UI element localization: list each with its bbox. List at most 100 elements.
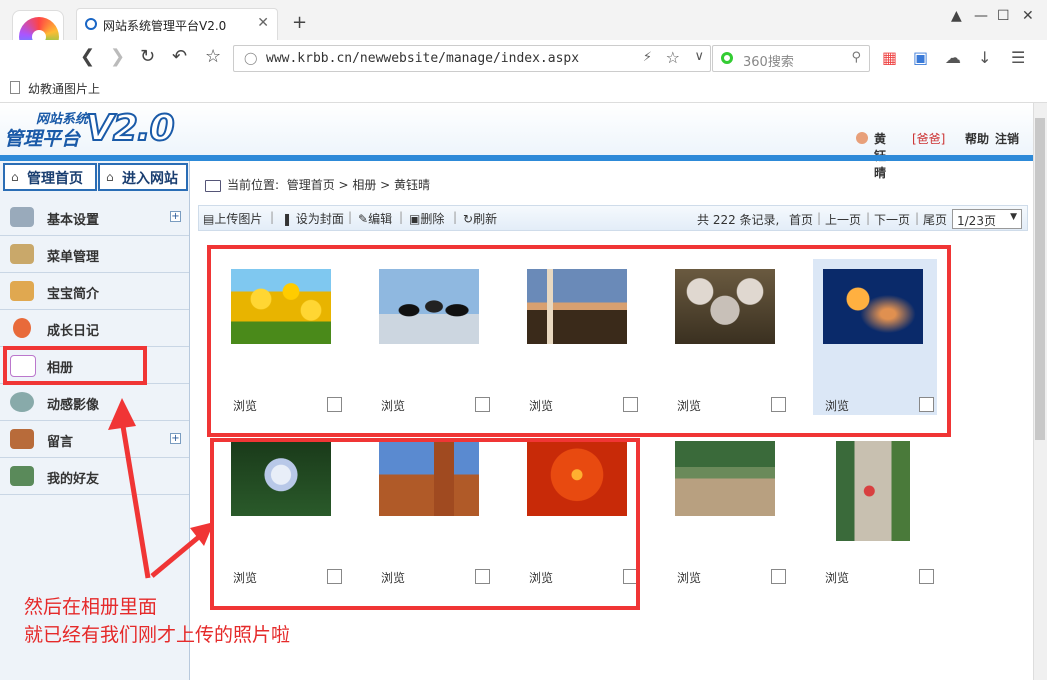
home-icon: ⌂ bbox=[11, 170, 19, 184]
annotation-text-line2: 就已经有我们刚才上传的照片啦 bbox=[24, 624, 291, 646]
photo-card[interactable]: 浏览 bbox=[813, 431, 937, 587]
expand-icon[interactable]: + bbox=[170, 211, 181, 222]
separator: | bbox=[348, 210, 353, 224]
breadcrumb: 当前位置: 管理首页 > 相册 > 黄钰晴 bbox=[205, 176, 430, 193]
enter-site-label: 进入网站 bbox=[122, 171, 178, 187]
pin-icon: ❚ bbox=[282, 212, 293, 226]
star-icon[interactable]: ☆ bbox=[205, 46, 221, 67]
shield-icon: ◯ bbox=[244, 51, 258, 65]
admin-home-button[interactable]: ⌂ 管理首页 bbox=[3, 163, 97, 191]
skin-icon[interactable]: ▲ bbox=[951, 8, 962, 24]
refresh-label: 刷新 bbox=[473, 212, 498, 226]
photo-card[interactable]: 浏览 bbox=[665, 431, 789, 587]
scrollbar-thumb[interactable] bbox=[1035, 118, 1045, 440]
enter-site-button[interactable]: ⌂ 进入网站 bbox=[98, 163, 188, 191]
chevron-down-icon[interactable]: ∨ bbox=[694, 49, 704, 64]
pencil-icon: ✎ bbox=[358, 212, 369, 226]
highlight-box-row2 bbox=[210, 438, 640, 610]
books-icon bbox=[10, 244, 34, 264]
set-cover-button[interactable]: ❚ 设为封面 bbox=[282, 210, 344, 227]
highlight-box-row1 bbox=[207, 245, 951, 437]
sidebar-item-label: 菜单管理 bbox=[47, 250, 100, 265]
annotation-text-line1: 然后在相册里面 bbox=[24, 596, 158, 618]
sidebar-item-label: 成长日记 bbox=[47, 324, 100, 339]
bookmark-star-icon[interactable]: ☆ bbox=[666, 48, 680, 67]
address-url[interactable]: www.krbb.cn/newwebsite/manage/index.aspx bbox=[266, 51, 579, 66]
menu-icon[interactable]: ☰ bbox=[1011, 48, 1025, 67]
undo-icon[interactable]: ↶ bbox=[172, 46, 187, 67]
search-box[interactable]: 360搜索 ⚲ bbox=[712, 45, 870, 72]
set-cover-label: 设为封面 bbox=[295, 212, 344, 226]
logout-link[interactable]: 注销 bbox=[995, 130, 1019, 147]
last-page-link[interactable]: 尾页 bbox=[923, 211, 947, 228]
page-select-value: 1/23页 bbox=[957, 214, 996, 228]
separator: | bbox=[270, 210, 275, 224]
page-select[interactable]: 1/23页 ▼ bbox=[952, 209, 1022, 229]
trash-icon: ▣ bbox=[409, 212, 421, 226]
site-favicon-icon bbox=[85, 18, 97, 30]
highlight-box-album bbox=[3, 346, 147, 385]
sidebar-item-label: 基本设置 bbox=[47, 213, 100, 228]
photo-checkbox[interactable] bbox=[771, 569, 786, 584]
house-icon bbox=[10, 281, 34, 301]
bookmark-bar: 幼教通图片上 bbox=[0, 76, 1047, 103]
download-icon[interactable]: ↓ bbox=[978, 48, 991, 67]
logo-version: V2.0 bbox=[85, 107, 176, 150]
tab-close-icon[interactable]: ✕ bbox=[257, 15, 269, 31]
address-bar[interactable]: ◯ www.krbb.cn/newwebsite/manage/index.as… bbox=[233, 45, 711, 72]
edit-label: 编辑 bbox=[368, 212, 393, 226]
separator: | bbox=[399, 210, 404, 224]
annotation-arrows bbox=[108, 398, 214, 579]
separator: | bbox=[866, 211, 871, 225]
folder-icon bbox=[205, 179, 221, 192]
photo-checkbox[interactable] bbox=[919, 569, 934, 584]
search-input[interactable]: 360搜索 bbox=[743, 51, 794, 70]
upload-icon: ▤ bbox=[203, 212, 215, 226]
sidebar-item-baby-intro[interactable]: 宝宝简介 bbox=[0, 273, 189, 310]
delete-button[interactable]: ▣删除 bbox=[409, 210, 444, 227]
cloud-icon[interactable]: ☁ bbox=[945, 48, 961, 67]
upload-label: 上传图片 bbox=[214, 212, 263, 226]
new-tab-button[interactable]: + bbox=[292, 12, 307, 33]
separator: | bbox=[915, 211, 920, 225]
breadcrumb-prefix: 当前位置: bbox=[227, 178, 280, 192]
minimize-icon[interactable]: — bbox=[974, 8, 988, 24]
photo-thumbnail[interactable] bbox=[836, 441, 910, 541]
sidebar-item-growth-diary[interactable]: 成长日记 bbox=[0, 310, 189, 347]
first-page-link[interactable]: 首页 bbox=[789, 211, 813, 228]
photo-thumbnail[interactable] bbox=[675, 441, 775, 516]
bookmark-item[interactable]: 幼教通图片上 bbox=[28, 80, 100, 97]
back-icon[interactable]: ❮ bbox=[80, 46, 95, 67]
search-engine-icon bbox=[721, 52, 733, 64]
sidebar-item-label: 宝宝简介 bbox=[47, 287, 100, 302]
refresh-button[interactable]: ↻刷新 bbox=[463, 210, 497, 227]
sidebar-item-basic-settings[interactable]: 基本设置 + bbox=[0, 199, 189, 236]
browser-tab[interactable]: 网站系统管理平台V2.0 ✕ bbox=[76, 8, 278, 40]
logo-title: 管理平台 bbox=[4, 128, 81, 150]
prev-page-link[interactable]: 上一页 bbox=[825, 211, 861, 228]
sidebar-item-menu-management[interactable]: 菜单管理 bbox=[0, 236, 189, 273]
breadcrumb-path[interactable]: 管理首页 > 相册 > 黄钰晴 bbox=[287, 178, 430, 192]
search-icon[interactable]: ⚲ bbox=[851, 50, 861, 65]
separator: | bbox=[817, 211, 822, 225]
screenshot-icon[interactable]: ▣ bbox=[913, 48, 928, 67]
reload-icon[interactable]: ↻ bbox=[140, 46, 155, 67]
next-page-link[interactable]: 下一页 bbox=[874, 211, 910, 228]
maximize-icon[interactable]: ☐ bbox=[997, 8, 1010, 24]
tools-icon bbox=[10, 207, 34, 227]
browse-link[interactable]: 浏览 bbox=[677, 569, 701, 586]
window-close-icon[interactable]: ✕ bbox=[1022, 8, 1034, 24]
admin-home-label: 管理首页 bbox=[27, 171, 83, 187]
forward-icon[interactable]: ❯ bbox=[110, 46, 125, 67]
help-link[interactable]: 帮助 bbox=[965, 130, 989, 147]
delete-label: 删除 bbox=[420, 212, 445, 226]
browse-link[interactable]: 浏览 bbox=[825, 569, 849, 586]
refresh-icon: ↻ bbox=[463, 212, 474, 226]
upload-photo-button[interactable]: ▤上传图片 bbox=[203, 210, 262, 227]
bolt-icon[interactable]: ⚡ bbox=[643, 50, 652, 65]
chevron-down-icon: ▼ bbox=[1010, 212, 1017, 222]
user-role: [爸爸] bbox=[912, 132, 946, 146]
grid-icon[interactable]: ▦ bbox=[882, 48, 897, 67]
edit-button[interactable]: ✎编辑 bbox=[358, 210, 392, 227]
home-icon: ⌂ bbox=[106, 170, 114, 184]
